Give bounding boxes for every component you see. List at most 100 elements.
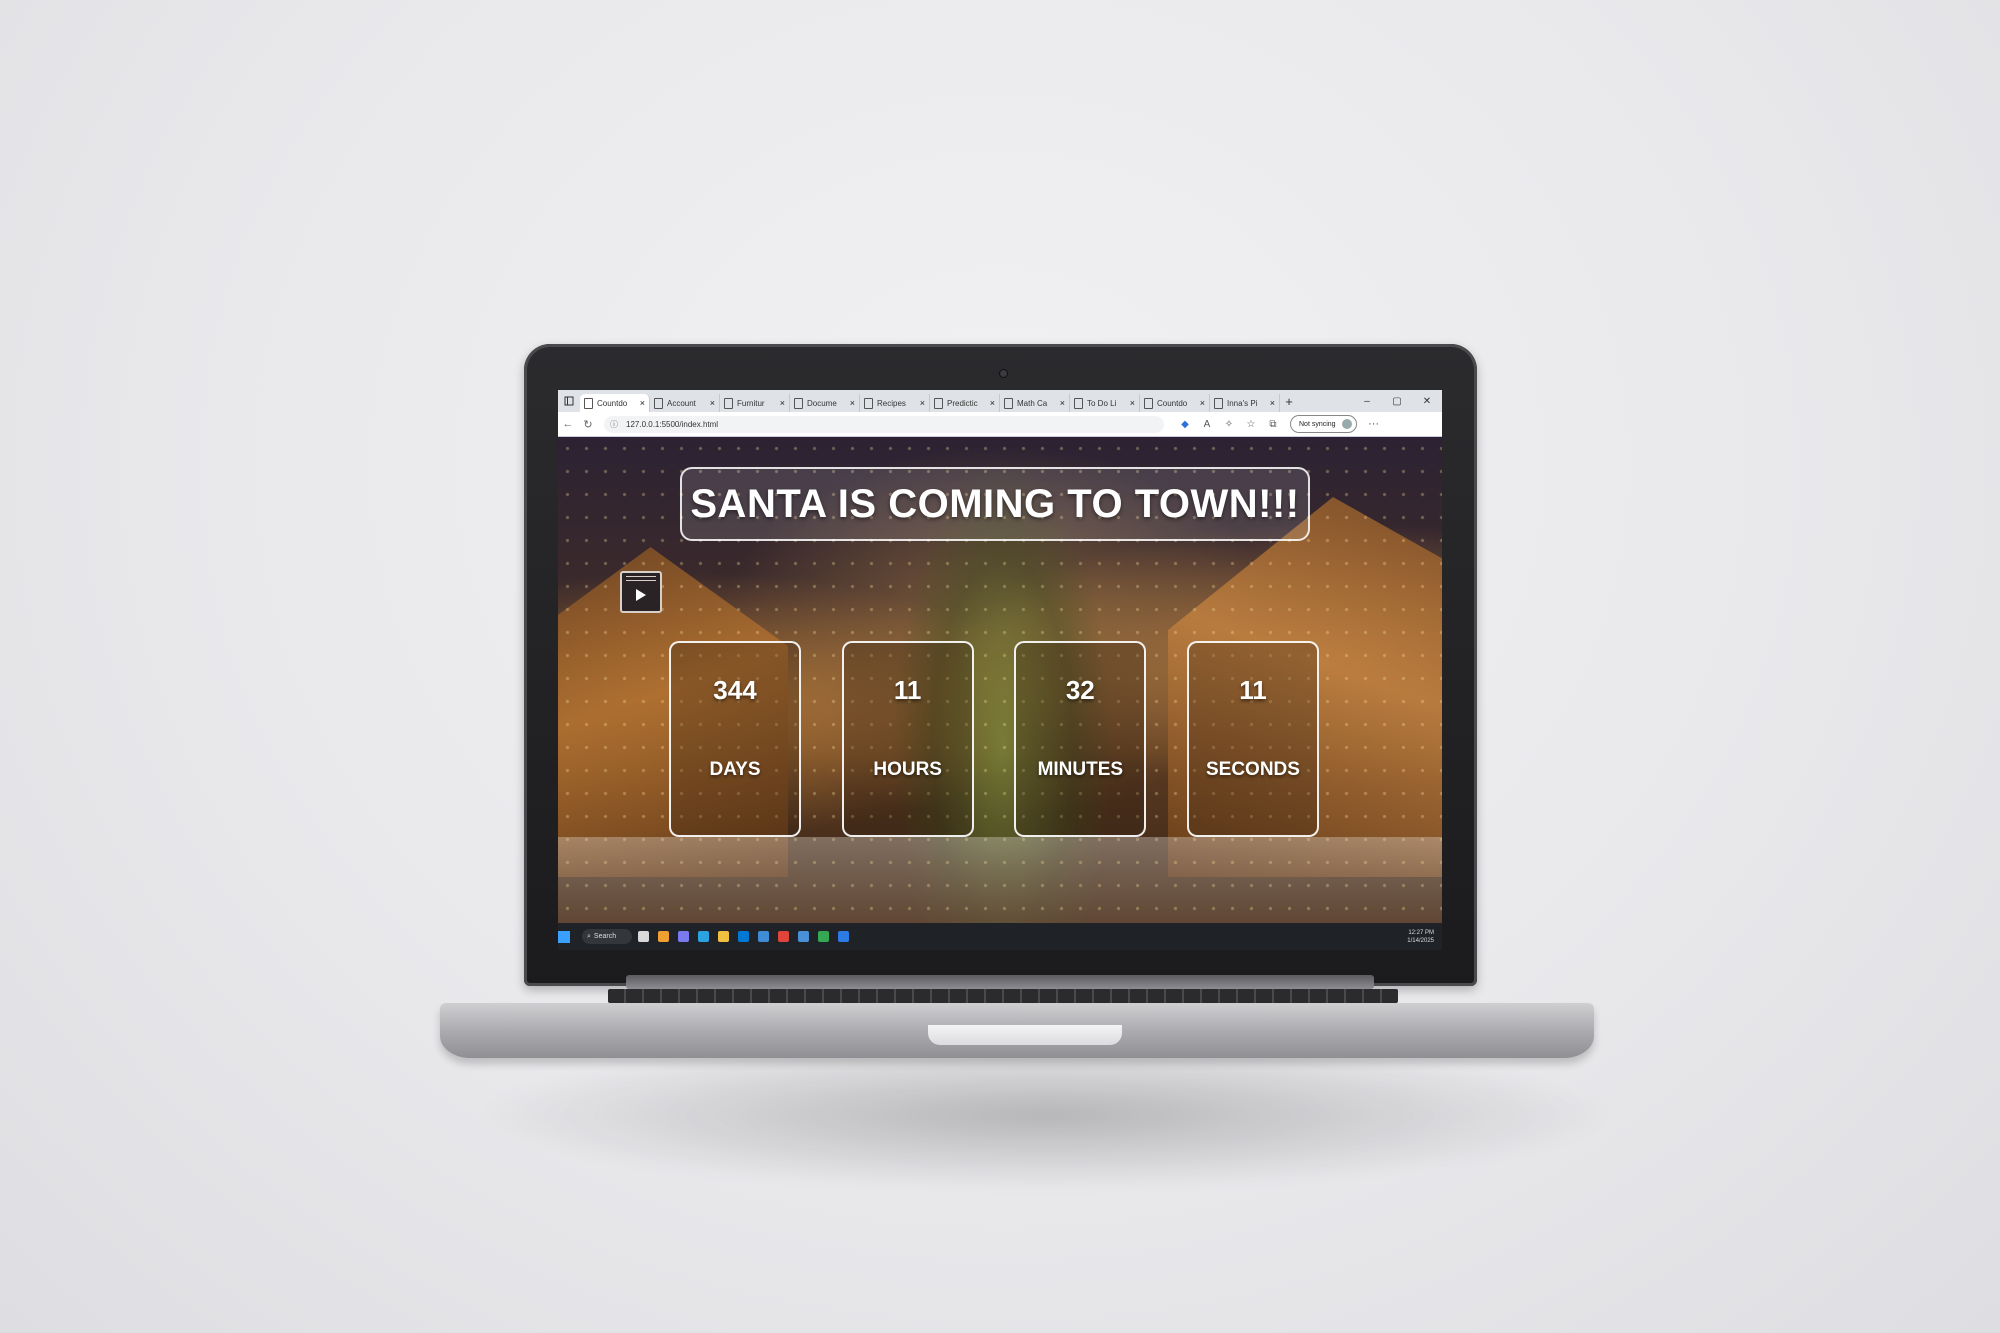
window-controls: – ▢ ✕ [1352,396,1442,407]
browser-tab[interactable]: Inna's Pi × [1210,394,1280,412]
taskbar-search[interactable]: ⌕ Search [582,929,632,944]
favorites-icon[interactable]: ☆ [1240,419,1262,430]
laptop-notch [928,1025,1122,1045]
browser-tab[interactable]: Recipes × [860,394,930,412]
tab-label: Predictic [947,398,978,408]
close-tab-icon[interactable]: × [1270,398,1275,408]
new-tab-button[interactable]: + [1280,394,1298,409]
collections-icon[interactable]: ⧉ [1262,419,1284,430]
browser-tab[interactable]: Math Ca × [1000,394,1070,412]
laptop-keyboard [608,989,1398,1003]
close-tab-icon[interactable]: × [1200,398,1205,408]
laptop-shadow [470,1040,1620,1190]
laptop-screen: Countdo × Account × Furnitur × Docume × Recipes ×… [558,390,1442,950]
tab-label: Math Ca [1017,398,1048,408]
taskbar-app-icon[interactable] [818,931,829,942]
taskbar-app-icon[interactable] [838,931,849,942]
page-icon [1144,397,1153,409]
countdown-value: 11 [893,675,922,705]
refresh-icon[interactable]: ↻ [578,418,598,431]
taskbar-app-icon[interactable] [738,931,749,942]
countdown-value: 32 [1065,675,1095,705]
close-tab-icon[interactable]: × [850,398,855,408]
page-icon [1004,397,1013,409]
countdown-card-days: 344 DAYS [669,641,801,837]
minimize-icon[interactable]: – [1352,396,1382,407]
taskbar-app-icon[interactable] [658,931,669,942]
page-icon [794,397,803,409]
profile-sync-button[interactable]: Not syncing [1290,415,1357,433]
taskbar-app-icon[interactable] [798,931,809,942]
countdown-value: 11 [1239,675,1267,705]
browser-tab[interactable]: Countdo × [580,394,650,412]
browser-tab-bar: Countdo × Account × Furnitur × Docume × Recipes ×… [558,390,1442,412]
close-tab-icon[interactable]: × [780,398,785,408]
close-tab-icon[interactable]: × [1130,398,1135,408]
countdown-label: SECONDS [1205,759,1300,780]
taskbar-app-icon[interactable] [718,931,729,942]
page-icon [654,397,663,409]
taskbar-app-icon[interactable] [638,931,649,942]
more-menu-icon[interactable]: ··· [1363,418,1385,430]
browser-tab[interactable]: To Do Li × [1070,394,1140,412]
close-tab-icon[interactable]: × [1060,398,1065,408]
tab-label: To Do Li [1087,398,1117,408]
page-viewport: SANTA IS COMING TO TOWN!!! 344 DAYS 11 HOUR… [558,437,1442,923]
page-icon [934,397,943,409]
taskbar-app-icon[interactable] [698,931,709,942]
maximize-icon[interactable]: ▢ [1382,396,1412,407]
laptop-hinge [626,975,1374,989]
close-window-icon[interactable]: ✕ [1412,396,1442,407]
countdown-grid: 344 DAYS 11 HOURS 32 MINUTES 11 SECONDS [669,641,1319,841]
tag-icon[interactable]: ◆ [1174,419,1196,430]
page-icon [1074,397,1083,409]
countdown-label: DAYS [709,759,761,780]
close-tab-icon[interactable]: × [920,398,925,408]
browser-tab[interactable]: Predictic × [930,394,1000,412]
read-aloud-icon[interactable]: A [1196,419,1218,430]
extensions-icon[interactable]: ✧ [1218,419,1240,430]
windows-start-icon[interactable] [558,930,570,943]
tab-label: Countdo [1157,398,1188,408]
taskbar-app-icon[interactable] [678,931,689,942]
site-info-icon[interactable]: ⓘ [610,419,618,430]
tab-label: Recipes [877,398,906,408]
taskbar-apps [638,931,858,942]
countdown-label: HOURS [873,759,942,780]
countdown-card-hours: 11 HOURS [841,641,974,837]
tab-actions-icon[interactable] [561,393,577,409]
taskbar-app-icon[interactable] [778,931,789,942]
back-icon[interactable]: ← [558,418,578,430]
browser-tab[interactable]: Furnitur × [720,394,790,412]
page-icon [864,397,873,409]
close-tab-icon[interactable]: × [710,398,715,408]
url-text: 127.0.0.1:5500/index.html [626,419,719,429]
clock-time: 12:27 PM [1408,929,1434,936]
music-box-lid [626,576,656,581]
music-play-button[interactable] [620,571,662,613]
os-taskbar: ⌕ Search 12:27 PM 1/14/2025 [558,923,1442,950]
page-icon [584,397,593,409]
page-icon [724,397,733,409]
browser-address-bar: ← ↻ ⓘ 127.0.0.1:5500/index.html ◆ A ✧ ☆ … [558,412,1442,437]
tab-label: Docume [807,398,837,408]
browser-tab[interactable]: Account × [650,394,720,412]
browser-tab[interactable]: Countdo × [1140,394,1210,412]
close-tab-icon[interactable]: × [990,398,995,408]
avatar [1341,419,1352,429]
page-title: SANTA IS COMING TO TOWN!!! [690,481,1300,526]
search-icon: ⌕ [587,932,591,940]
webcam-icon [1000,370,1007,377]
taskbar-app-icon[interactable] [758,931,769,942]
taskbar-clock[interactable]: 12:27 PM 1/14/2025 [1407,929,1434,945]
browser-tab[interactable]: Docume × [790,394,860,412]
clock-date: 1/14/2025 [1407,937,1434,944]
page-title-box: SANTA IS COMING TO TOWN!!! [680,467,1310,541]
sync-label: Not syncing [1299,420,1336,428]
url-field[interactable]: ⓘ 127.0.0.1:5500/index.html [604,415,1164,433]
countdown-label: MINUTES [1037,759,1124,780]
close-tab-icon[interactable]: × [640,398,645,408]
taskbar-search-label: Search [593,933,617,940]
tab-label: Account [667,398,696,408]
play-icon [636,589,646,601]
